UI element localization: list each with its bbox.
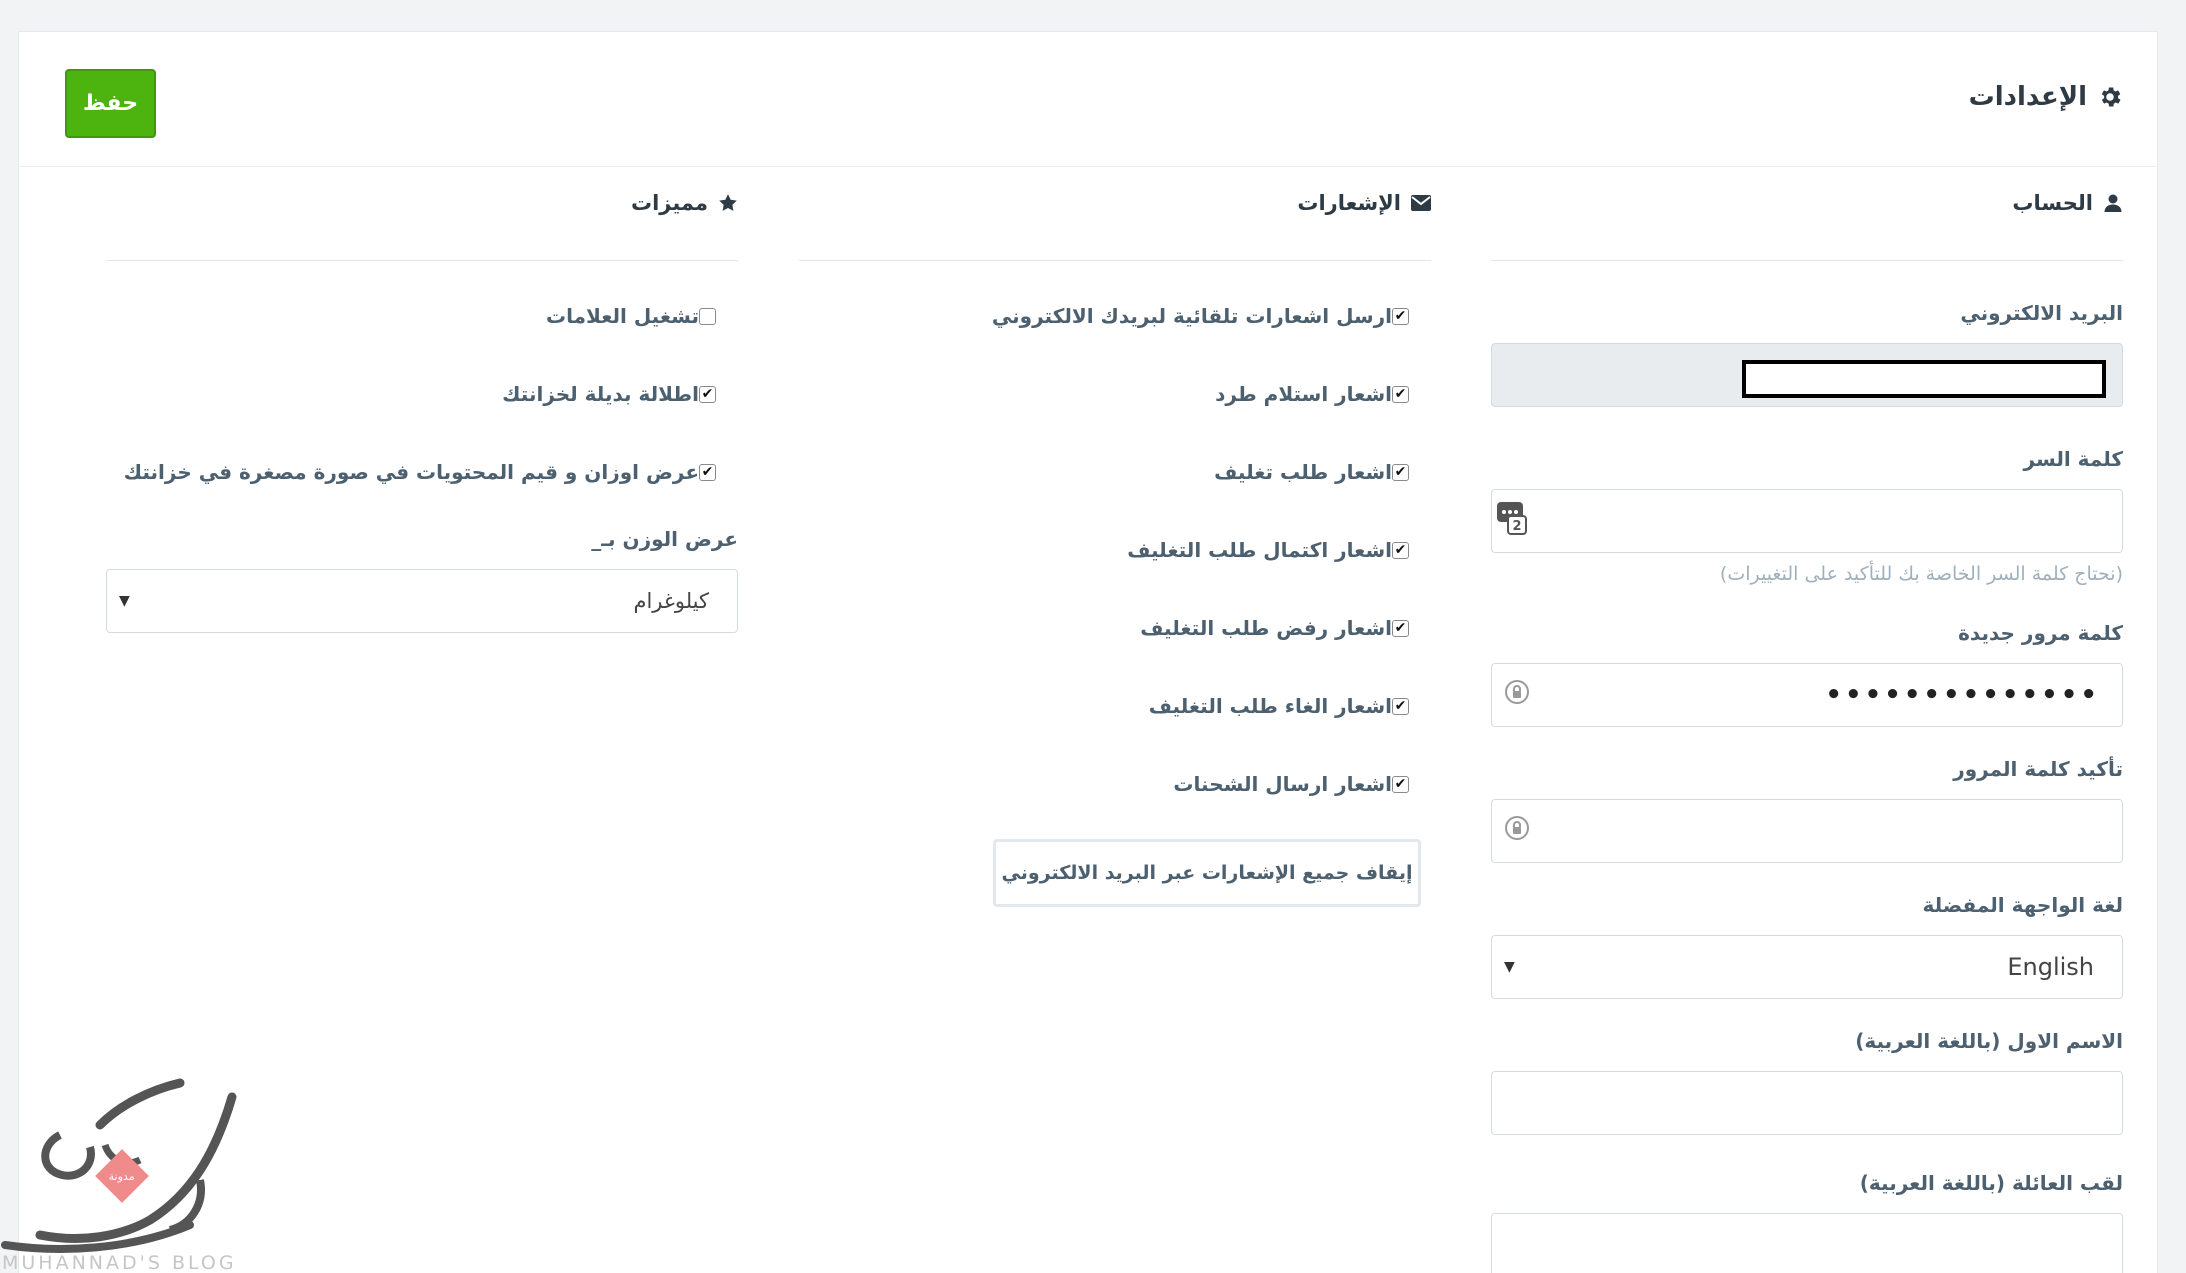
notify-item-label: اشعار استلام طرد [1215,382,1392,406]
new-password-label: كلمة مرور جديدة [1958,621,2123,645]
language-label: لغة الواجهة المفضلة [1922,893,2123,917]
chevron-down-icon: ▼ [1504,959,1515,975]
checkbox-checked[interactable]: ✔ [1392,307,1409,325]
new-password-field[interactable]: •••••••••••••• [1491,663,2123,727]
last-name-field[interactable] [1491,1213,2123,1273]
password-hint: (نحتاج كلمة السر الخاصة بك للتأكيد على ا… [1719,563,2123,585]
new-password-value: •••••••••••••• [1825,680,2100,710]
notifications-section: الإشعارات ✔ ارسل اشعارات تلقائية لبريدك … [799,135,1431,907]
feature-item[interactable]: ✔ اطلالة بديلة لخزانتك [106,379,738,409]
checkbox-checked[interactable]: ✔ [1392,463,1409,481]
confirm-password-field[interactable] [1491,799,2123,863]
feature-item[interactable]: ✔ عرض اوزان و قيم المحتويات في صورة مصغر… [106,457,738,487]
feature-item-label: تشغيل العلامات [546,304,699,328]
notify-item[interactable]: ✔ اشعار الغاء طلب التغليف [799,691,1431,721]
language-value: English [2007,953,2094,981]
svg-text:2: 2 [1512,519,1521,534]
notify-item[interactable]: ✔ اشعار اكتمال طلب التغليف [799,535,1431,565]
notify-item-label: اشعار ارسال الشحنات [1173,772,1392,796]
password-manager-icon[interactable]: 2 [1496,501,1528,541]
password-label: كلمة السر [2023,447,2123,471]
envelope-icon [1411,194,1431,211]
notify-item-label: ارسل اشعارات تلقائية لبريدك الالكتروني [991,304,1392,328]
blog-badge-text: مدونة [109,1169,135,1183]
feature-item-label: عرض اوزان و قيم المحتويات في صورة مصغرة … [123,460,699,484]
features-heading-text: مميزات [630,190,708,215]
checkbox-checked[interactable]: ✔ [699,463,716,481]
notifications-heading: الإشعارات [799,135,1431,261]
checkbox-checked[interactable]: ✔ [1392,385,1409,403]
save-button[interactable]: حفظ [65,69,156,138]
confirm-password-label: تأكيد كلمة المرور [1953,757,2123,781]
chevron-down-icon: ▼ [119,593,130,609]
weight-unit-label: عرض الوزن بـ_ [591,527,738,551]
checkbox-checked[interactable]: ✔ [1392,619,1409,637]
weight-unit-value: كيلوغرام [633,589,709,613]
password-field[interactable]: 2 [1491,489,2123,553]
last-name-label: لقب العائلة (باللغة العربية) [1859,1171,2123,1195]
redacted-email-box [1742,360,2106,398]
first-name-label: الاسم الاول (باللغة العربية) [1855,1029,2123,1053]
features-section: مميزات تشغيل العلامات ✔ اطلالة بديلة لخز… [106,135,738,633]
notify-item-label: اشعار طلب تغليف [1214,460,1392,484]
checkbox-unchecked[interactable] [699,307,716,325]
account-heading: الحساب [1491,135,2123,261]
notify-item[interactable]: ✔ اشعار رفض طلب التغليف [799,613,1431,643]
notify-item[interactable]: ✔ اشعار استلام طرد [799,379,1431,409]
checkbox-checked[interactable]: ✔ [1392,775,1409,793]
notify-item[interactable]: ✔ ارسل اشعارات تلقائية لبريدك الالكتروني [799,301,1431,331]
star-icon [718,193,738,213]
password-reveal-icon[interactable] [1504,679,1530,711]
email-label: البريد الالكتروني [1960,301,2123,325]
feature-item-label: اطلالة بديلة لخزانتك [502,382,699,406]
page-title-text: الإعدادات [1968,82,2087,112]
checkbox-checked[interactable]: ✔ [699,385,716,403]
notify-item-label: اشعار رفض طلب التغليف [1140,616,1392,640]
features-heading: مميزات [106,135,738,261]
password-reveal-icon[interactable] [1504,815,1530,847]
notify-item[interactable]: ✔ اشعار طلب تغليف [799,457,1431,487]
account-heading-text: الحساب [2012,190,2093,215]
language-select[interactable]: English ▼ [1491,935,2123,999]
checkbox-checked[interactable]: ✔ [1392,541,1409,559]
blog-logo-text: MUHANNAD'S BLOG [2,1252,237,1273]
user-icon [2103,193,2123,213]
account-section: الحساب البريد الالكتروني كلمة السر 2 (نح… [1491,135,2123,1273]
notify-item-label: اشعار الغاء طلب التغليف [1148,694,1392,718]
notifications-heading-text: الإشعارات [1297,190,1401,215]
notify-item-label: اشعار اكتمال طلب التغليف [1127,538,1392,562]
stop-all-emails-button[interactable]: إيقاف جميع الإشعارات عبر البريد الالكترو… [993,839,1421,907]
notify-item[interactable]: ✔ اشعار ارسال الشحنات [799,769,1431,799]
first-name-field[interactable] [1491,1071,2123,1135]
checkbox-checked[interactable]: ✔ [1392,697,1409,715]
page-title: الإعدادات [1969,82,2123,112]
weight-unit-select[interactable]: كيلوغرام ▼ [106,569,738,633]
email-field [1491,343,2123,407]
gear-icon [2097,84,2123,110]
feature-item[interactable]: تشغيل العلامات [106,301,738,331]
